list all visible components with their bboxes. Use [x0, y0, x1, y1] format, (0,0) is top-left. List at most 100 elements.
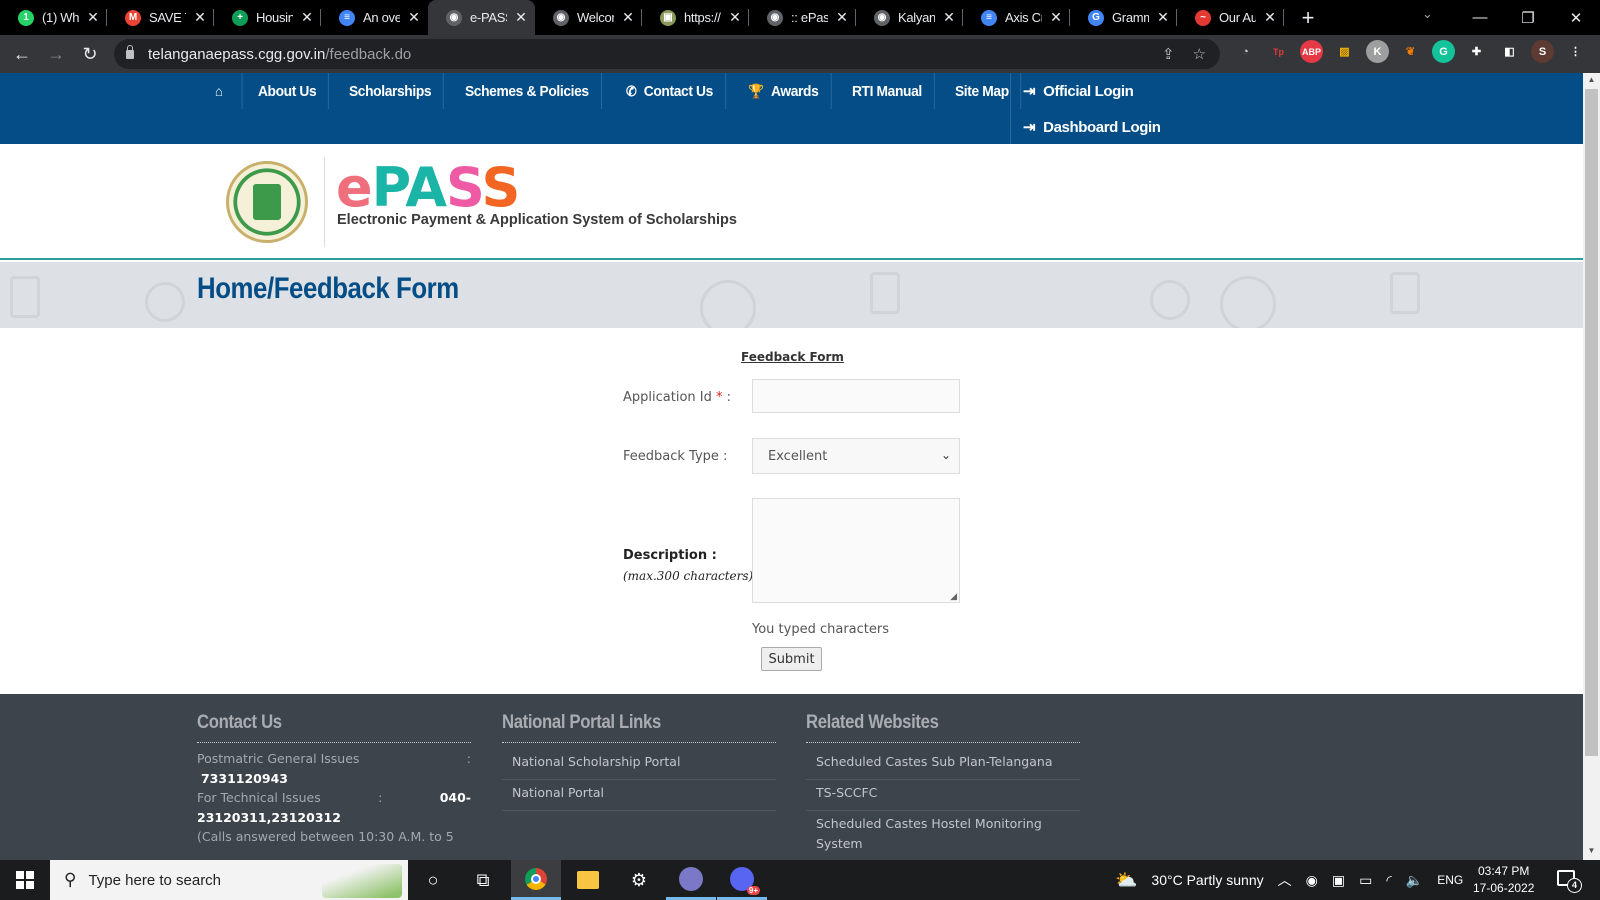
browser-tab[interactable]: G Gramm ✕ — [1070, 0, 1177, 35]
close-tab-icon[interactable]: ✕ — [1264, 9, 1276, 26]
browser-tab[interactable]: M SAVE TI ✕ — [107, 0, 214, 35]
sidepanel-icon[interactable]: ◧ — [1498, 40, 1521, 63]
k-ext-icon[interactable]: K — [1366, 40, 1389, 63]
description-textarea[interactable]: ◢ — [752, 498, 960, 603]
label-colon: : — [726, 390, 732, 405]
scroll-down-arrow-icon[interactable]: ▼ — [1583, 846, 1600, 860]
page-scrollbar[interactable]: ▲ ▼ — [1583, 73, 1600, 860]
footer-link[interactable]: TS-SCCFC — [806, 780, 1080, 811]
nav-scholarships[interactable]: Scholarships — [337, 73, 444, 109]
start-button[interactable] — [0, 860, 50, 900]
telangana-emblem-logo — [226, 161, 308, 243]
nav-label: Scholarships — [348, 82, 431, 100]
back-button[interactable]: ← — [5, 44, 39, 65]
acorn-ext-icon[interactable]: ❦ — [1399, 40, 1422, 63]
official-login-link[interactable]: ⇥ Official Login — [1011, 73, 1190, 109]
feedback-type-select[interactable]: Excellent ⌄ — [752, 438, 960, 474]
cortana-icon[interactable]: ○ — [408, 860, 458, 900]
record-icon[interactable]: ◉ — [1306, 872, 1318, 889]
dashboard-login-link[interactable]: ⇥ Dashboard Login — [1011, 109, 1190, 145]
image-ext-icon[interactable]: ▨ — [1333, 40, 1356, 63]
close-tab-icon[interactable]: ✕ — [194, 9, 206, 26]
nav-rti-manual[interactable]: RTI Manual — [840, 73, 935, 109]
lock-icon[interactable] — [126, 44, 134, 59]
task-view-icon[interactable]: ⧉ — [458, 860, 508, 900]
epass-logo[interactable]: ePASS — [336, 156, 520, 219]
footer-link[interactable]: Scheduled Castes Sub Plan-Telangana — [806, 749, 1080, 780]
share-icon[interactable]: ⇪ — [1162, 45, 1175, 63]
scroll-up-arrow-icon[interactable]: ▲ — [1583, 75, 1600, 89]
puzzle-ext-icon[interactable]: ✚ — [1465, 40, 1488, 63]
chrome-taskbar-icon[interactable] — [511, 860, 561, 900]
submit-button[interactable]: Submit — [761, 647, 822, 671]
kebab-menu-icon[interactable]: ⋮ — [1564, 40, 1587, 63]
application-id-input[interactable] — [752, 379, 960, 413]
grammarly-ext-icon[interactable]: G — [1432, 40, 1455, 63]
browser-tab[interactable]: ◉:: ePass ✕ — [749, 0, 856, 35]
speed-ext-icon[interactable]: ◔ — [1234, 40, 1257, 63]
browser-tab[interactable]: ◉ Kalyana ✕ — [856, 0, 963, 35]
browser-tab[interactable]: ▣ https:// ✕ — [642, 0, 749, 35]
taskbar-clock[interactable]: 03:47 PM 17-06-2022 — [1473, 863, 1534, 897]
nav-about-us[interactable]: About Us — [246, 73, 330, 109]
settings-gear-icon[interactable]: ⚙ — [614, 860, 664, 900]
nav-home[interactable]: ⌂ — [203, 73, 243, 109]
footer-link[interactable]: National Portal — [502, 780, 776, 811]
taskbar-search-box[interactable]: ⚲ Type here to search — [50, 860, 408, 900]
browser-tab[interactable]: ≡ Axis Cr ✕ — [963, 0, 1070, 35]
torrent-app-icon[interactable] — [666, 860, 716, 900]
discord-icon[interactable]: 9+ — [717, 860, 767, 900]
browser-tab[interactable]: ◉ Welcom ✕ — [535, 0, 642, 35]
bookmark-star-icon[interactable]: ☆ — [1193, 45, 1206, 63]
browser-tab[interactable]: ~ Our Au ✕ — [1177, 0, 1284, 35]
minimize-button[interactable]: — — [1456, 9, 1504, 26]
tab-search-button[interactable]: ⌄ — [1422, 6, 1433, 22]
browser-tab[interactable]: ◉ e-PASS: ✕ — [428, 0, 535, 35]
adblock-ext-icon[interactable]: ABP — [1300, 40, 1323, 63]
wifi-icon[interactable]: ◜ — [1386, 872, 1391, 889]
weather-text[interactable]: 30°C Partly sunny — [1151, 872, 1263, 888]
home-icon: ⌂ — [214, 83, 223, 99]
volume-icon[interactable]: 🔈 — [1406, 872, 1423, 889]
footer-link[interactable]: National Scholarship Portal — [502, 749, 776, 780]
nav-schemes-policies[interactable]: Schemes & Policies — [453, 73, 602, 109]
close-tab-icon[interactable]: ✕ — [1050, 9, 1062, 26]
footer-link[interactable]: Scheduled Castes Hostel Monitoring Syste… — [806, 811, 1080, 860]
resize-grip-icon[interactable]: ◢ — [950, 591, 957, 602]
close-tab-icon[interactable]: ✕ — [1157, 9, 1169, 26]
scrollbar-thumb[interactable] — [1585, 89, 1598, 756]
weather-icon[interactable]: ⛅ — [1115, 870, 1137, 891]
close-tab-icon[interactable]: ✕ — [515, 9, 527, 26]
profile-avatar[interactable]: S — [1531, 40, 1554, 63]
application-id-label-text: Application Id — [623, 390, 712, 405]
close-tab-icon[interactable]: ✕ — [943, 9, 955, 26]
close-tab-icon[interactable]: ✕ — [622, 9, 634, 26]
browser-tab[interactable]: + Housing ✕ — [214, 0, 321, 35]
close-window-button[interactable]: ✕ — [1552, 9, 1600, 27]
browser-tab[interactable]: ≡ An over ✕ — [321, 0, 428, 35]
emblem-favicon: ▣ — [660, 9, 676, 26]
close-tab-icon[interactable]: ✕ — [301, 9, 313, 26]
reload-button[interactable]: ↻ — [73, 44, 107, 65]
file-explorer-icon[interactable] — [563, 860, 613, 900]
battery-icon[interactable]: ▭ — [1359, 872, 1372, 889]
address-bar[interactable]: telanganaepass.cgg.gov.in/feedback.do ⇪ … — [114, 39, 1220, 69]
nav-awards[interactable]: 🏆 Awards — [736, 73, 832, 109]
meet-now-icon[interactable]: ▣ — [1332, 872, 1345, 889]
close-tab-icon[interactable]: ✕ — [729, 9, 741, 26]
decor-document-icon — [870, 272, 900, 314]
restore-button[interactable]: ❐ — [1504, 9, 1552, 27]
close-tab-icon[interactable]: ✕ — [408, 9, 420, 26]
language-indicator[interactable]: ENG — [1437, 873, 1463, 887]
action-center-notification-icon[interactable]: 4 — [1557, 870, 1582, 893]
new-tab-button[interactable]: + — [1296, 5, 1320, 31]
tp-ext-icon[interactable]: Tp — [1267, 40, 1290, 63]
close-tab-icon[interactable]: ✕ — [87, 9, 99, 26]
show-hidden-icons-chevron[interactable]: ︿ — [1278, 870, 1292, 890]
browser-tab[interactable]: 1 (1) Wha ✕ — [0, 0, 107, 35]
nav-contact-us[interactable]: ✆ Contact Us — [614, 73, 727, 109]
windows-taskbar: ⚲ Type here to search ○ ⧉ ⚙ 9+ ⛅ 30°C Pa… — [0, 860, 1600, 900]
close-tab-icon[interactable]: ✕ — [836, 9, 848, 26]
search-highlight-illustration — [322, 864, 402, 898]
forward-button[interactable]: → — [39, 44, 73, 65]
